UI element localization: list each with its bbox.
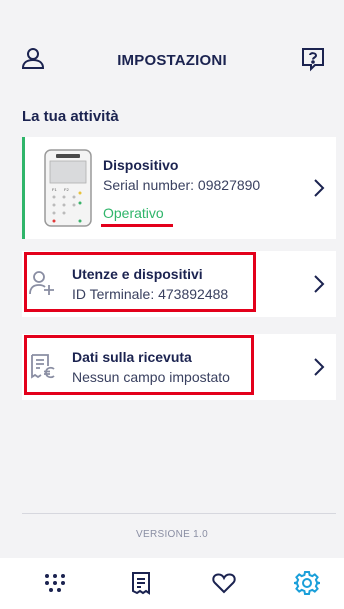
device-serial: Serial number: 09827890 — [103, 177, 261, 193]
svg-text:F2: F2 — [64, 187, 69, 192]
highlight-box — [24, 335, 254, 395]
status-underline — [101, 224, 173, 227]
chevron-right-icon — [312, 357, 326, 377]
device-card[interactable]: F1 F2 Dispositivo Serial number: 09827890… — [22, 137, 336, 239]
bottom-tab-bar — [0, 558, 344, 609]
grid-dots-icon[interactable] — [42, 570, 68, 596]
pos-terminal-image: F1 F2 — [42, 149, 94, 227]
status-accent-bar — [22, 137, 25, 239]
device-name: Dispositivo — [103, 157, 179, 173]
receipt-icon[interactable] — [128, 570, 154, 596]
gear-icon[interactable] — [293, 570, 321, 596]
status-badge: Operativo — [103, 205, 164, 221]
version-label: VERSIONE 1.0 — [136, 529, 208, 540]
heart-icon[interactable] — [211, 570, 237, 596]
highlight-box — [24, 252, 256, 312]
chevron-right-icon — [312, 274, 326, 294]
page-title: IMPOSTAZIONI — [117, 52, 227, 69]
header: IMPOSTAZIONI — [0, 0, 344, 96]
chevron-right-icon — [312, 178, 326, 198]
divider — [22, 513, 336, 514]
help-icon[interactable] — [300, 46, 326, 72]
section-title: La tua attività — [22, 108, 119, 125]
svg-text:F1: F1 — [52, 187, 57, 192]
